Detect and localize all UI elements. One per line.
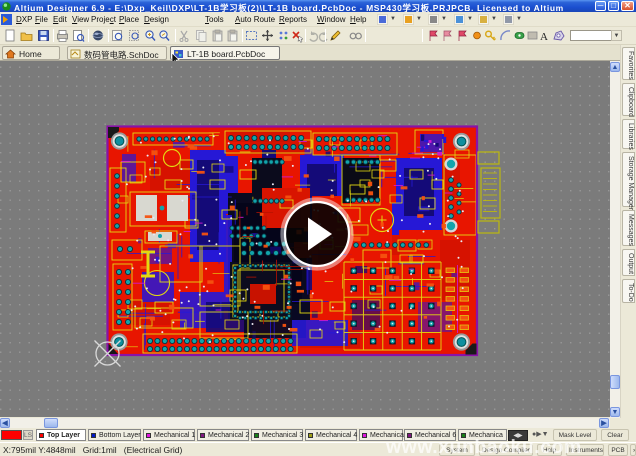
svg-text:A: A xyxy=(540,31,548,43)
